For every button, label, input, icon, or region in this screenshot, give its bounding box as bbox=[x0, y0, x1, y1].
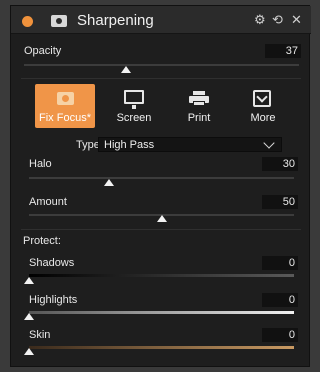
skin-slider-track[interactable] bbox=[29, 346, 294, 349]
preset-screen-button[interactable]: Screen bbox=[104, 84, 164, 128]
preset-label: Screen bbox=[116, 112, 152, 124]
opacity-slider-thumb[interactable] bbox=[120, 66, 131, 73]
halo-slider-track[interactable] bbox=[29, 177, 294, 179]
camera-icon bbox=[51, 15, 67, 27]
shadows-label: Shadows bbox=[29, 257, 75, 269]
reset-icon[interactable]: ⟲ bbox=[272, 13, 283, 27]
panel-title: Sharpening bbox=[77, 12, 154, 29]
halo-label: Halo bbox=[29, 158, 52, 170]
preset-more-button[interactable]: More bbox=[233, 84, 293, 128]
gear-icon[interactable]: ⚙ bbox=[254, 13, 266, 27]
preset-label: Fix Focus* bbox=[39, 112, 91, 124]
panel-toggle-dot[interactable] bbox=[22, 16, 33, 27]
opacity-label: Opacity bbox=[24, 45, 62, 57]
opacity-slider-track[interactable] bbox=[24, 64, 299, 66]
skin-slider-thumb[interactable] bbox=[24, 348, 34, 355]
preset-label: Print bbox=[187, 112, 211, 124]
chevron-down-icon bbox=[263, 137, 275, 149]
highlights-label: Highlights bbox=[29, 294, 78, 306]
amount-slider-thumb[interactable] bbox=[156, 215, 167, 222]
divider bbox=[21, 78, 301, 79]
skin-value-field[interactable]: 0 bbox=[262, 328, 298, 342]
shadows-value-field[interactable]: 0 bbox=[262, 256, 298, 270]
preset-print-button[interactable]: Print bbox=[169, 84, 229, 128]
type-label: Type bbox=[76, 139, 100, 151]
highlights-slider-thumb[interactable] bbox=[24, 313, 34, 320]
preset-fix-focus-button[interactable]: Fix Focus* bbox=[35, 84, 95, 128]
halo-value-field[interactable]: 30 bbox=[262, 157, 298, 171]
shadows-slider-track[interactable] bbox=[29, 274, 294, 277]
type-dropdown[interactable]: High Pass bbox=[98, 137, 282, 152]
sharpening-panel: Sharpening ⚙ ⟲ ✕ Opacity 37 Fix Focus* S… bbox=[10, 5, 311, 367]
camera-icon bbox=[57, 92, 74, 105]
printer-icon bbox=[189, 91, 209, 106]
divider bbox=[21, 229, 301, 230]
amount-label: Amount bbox=[29, 196, 67, 208]
halo-slider-thumb[interactable] bbox=[103, 179, 114, 186]
protect-heading: Protect: bbox=[23, 235, 61, 247]
opacity-value-field[interactable]: 37 bbox=[265, 44, 301, 58]
close-icon[interactable]: ✕ bbox=[291, 13, 302, 27]
preset-label: More bbox=[250, 112, 276, 124]
highlights-slider-track[interactable] bbox=[29, 311, 294, 314]
shadows-slider-thumb[interactable] bbox=[24, 277, 34, 284]
skin-label: Skin bbox=[29, 329, 51, 341]
monitor-icon bbox=[124, 90, 144, 109]
type-selected-value: High Pass bbox=[104, 139, 155, 151]
highlights-value-field[interactable]: 0 bbox=[262, 293, 298, 307]
more-dropdown-icon bbox=[253, 90, 271, 107]
panel-header: Sharpening ⚙ ⟲ ✕ bbox=[11, 6, 311, 34]
amount-value-field[interactable]: 50 bbox=[262, 195, 298, 209]
